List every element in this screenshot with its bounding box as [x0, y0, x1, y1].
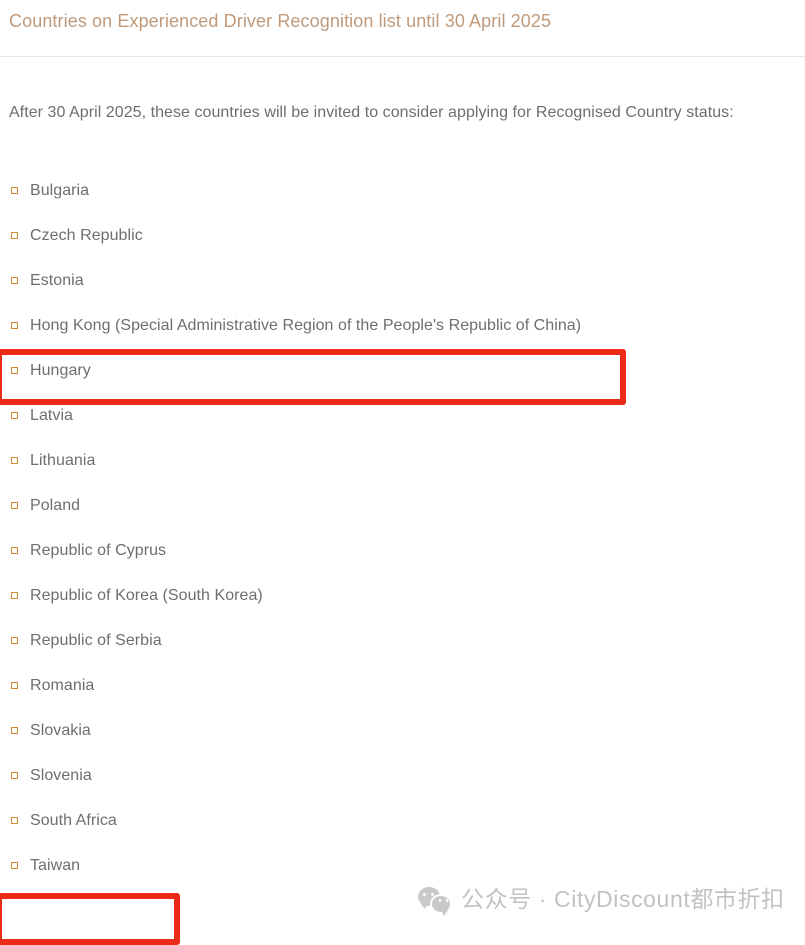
list-item: Czech Republic — [0, 213, 805, 258]
country-label: Slovakia — [30, 721, 91, 739]
square-bullet-icon — [11, 457, 18, 464]
list-item: Republic of Serbia — [0, 618, 805, 663]
square-bullet-icon — [11, 232, 18, 239]
square-bullet-icon — [11, 862, 18, 869]
square-bullet-icon — [11, 412, 18, 419]
list-item: Romania — [0, 663, 805, 708]
list-item: Hong Kong (Special Administrative Region… — [0, 303, 805, 348]
list-item: Poland — [0, 483, 805, 528]
square-bullet-icon — [11, 277, 18, 284]
square-bullet-icon — [11, 367, 18, 374]
list-item: Lithuania — [0, 438, 805, 483]
watermark: 公众号 · CityDiscount都市折扣 — [418, 885, 785, 916]
country-label: Poland — [30, 496, 81, 514]
square-bullet-icon — [11, 502, 18, 509]
country-label: Hungary — [30, 361, 91, 379]
list-item: Hungary — [0, 348, 805, 393]
list-item: Bulgaria — [0, 168, 805, 213]
country-label: Slovenia — [30, 766, 92, 784]
square-bullet-icon — [11, 322, 18, 329]
square-bullet-icon — [11, 817, 18, 824]
highlight-box-taiwan — [0, 893, 180, 945]
list-item: Taiwan — [0, 843, 805, 888]
intro-paragraph: After 30 April 2025, these countries wil… — [9, 104, 734, 121]
list-item: Republic of Korea (South Korea) — [0, 573, 805, 618]
square-bullet-icon — [11, 547, 18, 554]
watermark-label: 公众号 · CityDiscount都市折扣 — [461, 886, 785, 912]
country-label: Taiwan — [30, 856, 81, 874]
square-bullet-icon — [11, 187, 18, 194]
country-list: Bulgaria Czech Republic Estonia Hong Kong (… — [0, 168, 805, 888]
country-label: Republic of Cyprus — [30, 541, 167, 559]
country-label: Bulgaria — [30, 181, 90, 199]
page-title: Countries on Experienced Driver Recognit… — [9, 11, 552, 31]
square-bullet-icon — [11, 592, 18, 599]
country-label: Lithuania — [30, 451, 96, 469]
list-item: Slovenia — [0, 753, 805, 798]
list-item: Latvia — [0, 393, 805, 438]
square-bullet-icon — [11, 772, 18, 779]
wechat-icon — [418, 886, 452, 916]
country-label: South Africa — [30, 811, 117, 829]
list-item: South Africa — [0, 798, 805, 843]
country-label: Republic of Korea (South Korea) — [30, 586, 263, 604]
square-bullet-icon — [11, 682, 18, 689]
country-label: Czech Republic — [30, 226, 143, 244]
country-label: Romania — [30, 676, 95, 694]
page-header: Countries on Experienced Driver Recognit… — [0, 0, 805, 57]
list-item: Republic of Cyprus — [0, 528, 805, 573]
main-content: After 30 April 2025, these countries wil… — [0, 57, 805, 945]
list-top-spacer — [0, 124, 805, 168]
square-bullet-icon — [11, 727, 18, 734]
country-label: Estonia — [30, 271, 84, 289]
list-item: Slovakia — [0, 708, 805, 753]
country-label: Latvia — [30, 406, 73, 424]
country-label: Republic of Serbia — [30, 631, 162, 649]
square-bullet-icon — [11, 637, 18, 644]
list-item: Estonia — [0, 258, 805, 303]
country-label: Hong Kong (Special Administrative Region… — [30, 316, 582, 334]
